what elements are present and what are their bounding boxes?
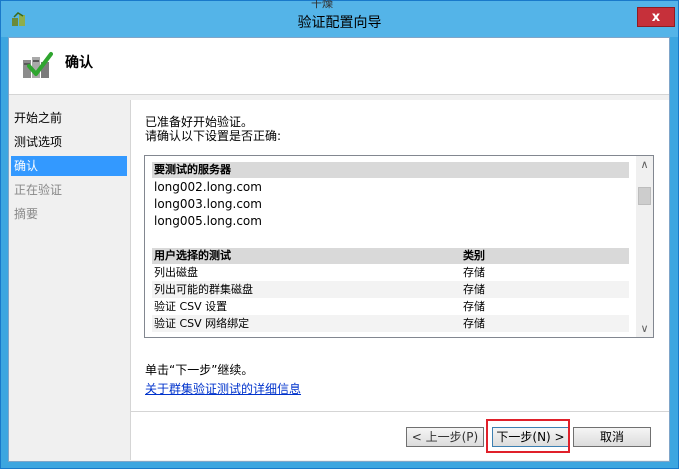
test-row: 列出可能的群集磁盘 存储 [152, 281, 629, 298]
close-button[interactable]: x [637, 7, 675, 27]
scroll-thumb[interactable] [638, 187, 651, 205]
background-text: 干燥 [311, 0, 333, 10]
wizard-content: 确认 开始之前 测试选项 确认 正在验证 摘要 已准备好开始验证。 请确认以下设… [8, 37, 670, 462]
tests-header: 用户选择的测试 类别 [152, 248, 629, 264]
page-header: 确认 [9, 38, 669, 95]
settings-list[interactable]: 要测试的服务器 long002.long.com long003.long.co… [144, 155, 654, 338]
validation-details-link[interactable]: 关于群集验证测试的详细信息 [145, 380, 301, 397]
window-title: 验证配置向导 [297, 15, 382, 31]
wizard-steps: 开始之前 测试选项 确认 正在验证 摘要 [9, 96, 129, 456]
server-row: long002.long.com [154, 180, 262, 194]
scroll-down-icon[interactable]: ∨ [636, 320, 653, 337]
test-name: 列出磁盘 [154, 266, 198, 279]
servers-header: 要测试的服务器 [152, 162, 629, 178]
step-testing-options[interactable]: 测试选项 [11, 132, 127, 152]
cluster-check-icon [23, 52, 53, 78]
test-category: 存储 [463, 266, 485, 279]
tests-header-name: 用户选择的测试 [154, 249, 231, 262]
test-category: 存储 [463, 317, 485, 330]
scroll-up-icon[interactable]: ∧ [636, 156, 653, 173]
step-before-you-begin[interactable]: 开始之前 [11, 108, 127, 128]
test-row: 验证 CSV 网络绑定 存储 [152, 315, 629, 332]
test-name: 验证 CSV 设置 [154, 300, 228, 313]
tests-header-category: 类别 [463, 249, 485, 262]
test-name: 验证 CSV 网络绑定 [154, 317, 250, 330]
test-row: 列出磁盘 存储 [152, 264, 629, 281]
previous-button[interactable]: < 上一步(P) [406, 427, 484, 447]
step-confirmation[interactable]: 确认 [11, 156, 127, 176]
test-row: 验证 CSV 设置 存储 [152, 298, 629, 315]
footer-divider [131, 411, 669, 412]
confirm-instruction: 请确认以下设置是否正确: [145, 129, 282, 143]
continue-instruction: 单击“下一步”继续。 [145, 363, 254, 377]
next-button[interactable]: 下一步(N) > [492, 427, 569, 447]
test-category: 存储 [463, 283, 485, 296]
wizard-window: 干燥 验证配置向导 x 确认 开始之前 测试选项 确认 正在验证 摘要 已准备好… [0, 0, 679, 469]
title-bar[interactable]: 干燥 验证配置向导 x [1, 0, 678, 37]
test-category: 存储 [463, 300, 485, 313]
test-name: 列出可能的群集磁盘 [154, 283, 253, 296]
cancel-button[interactable]: 取消 [573, 427, 651, 447]
vertical-scrollbar[interactable]: ∧ ∨ [636, 156, 653, 337]
page-title: 确认 [65, 55, 93, 71]
step-summary: 摘要 [14, 207, 39, 221]
server-row: long003.long.com [154, 197, 262, 211]
main-panel: 已准备好开始验证。 请确认以下设置是否正确: 要测试的服务器 long002.l… [130, 100, 669, 460]
server-row: long005.long.com [154, 214, 262, 228]
close-icon: x [651, 10, 661, 25]
step-validating: 正在验证 [14, 183, 63, 197]
